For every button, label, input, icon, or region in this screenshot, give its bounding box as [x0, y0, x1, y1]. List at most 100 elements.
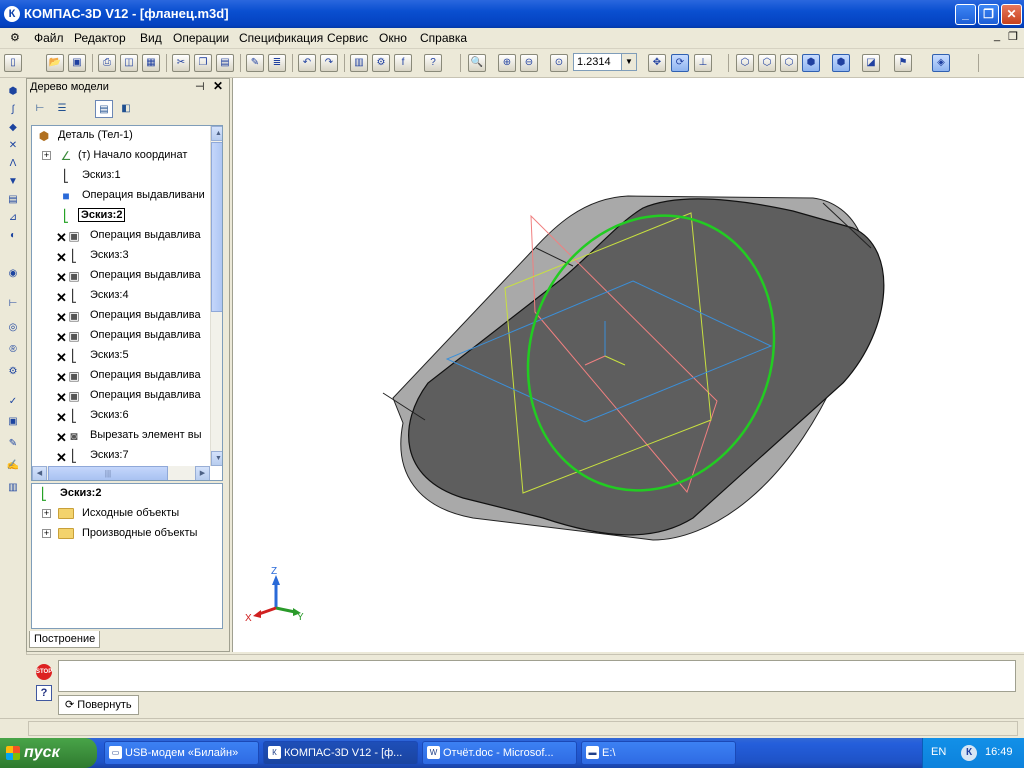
pin-icon[interactable]: ⊣	[195, 80, 205, 93]
tree-close-icon[interactable]: ✕	[213, 79, 223, 93]
zoom-out-icon[interactable]: ⊖	[520, 54, 538, 72]
doc-restore-button[interactable]: ❐	[1008, 30, 1018, 43]
menu-service[interactable]: Сервис	[327, 31, 368, 45]
assembly-icon[interactable]: ◉	[5, 266, 21, 282]
tree-scroll-thumb[interactable]	[211, 142, 222, 312]
arrays-icon[interactable]: ✕	[5, 138, 21, 154]
edit-icon[interactable]: ✎	[5, 436, 21, 452]
zoom-input[interactable]: 1.2314 ▼	[573, 53, 637, 71]
open-file-icon[interactable]: 📂	[46, 54, 64, 72]
save-icon[interactable]: ▣	[68, 54, 86, 72]
scroll-down-icon[interactable]: ▼	[211, 451, 222, 466]
tree-vertical-scrollbar[interactable]: ▲ ▼	[210, 126, 222, 466]
command-parameters-field[interactable]	[58, 660, 1016, 692]
specification-icon[interactable]: ▤	[5, 192, 21, 208]
thread-icon[interactable]: ®	[5, 342, 21, 358]
model-canvas[interactable]: Z X Y	[233, 78, 1024, 652]
libraries-icon[interactable]: ⚙	[372, 54, 390, 72]
spatial-curves-icon[interactable]: ∫	[5, 102, 21, 118]
task-usb-modem[interactable]: ▭ USB-модем «Билайн»	[104, 741, 259, 765]
expand-icon[interactable]: +	[42, 151, 51, 160]
help-icon[interactable]: ?	[36, 685, 52, 701]
tree-item[interactable]: ✕ ◙ Вырезать элемент вы	[32, 426, 210, 446]
stop-icon[interactable]: STOP	[36, 664, 52, 680]
tree-item[interactable]: ⬢ Деталь (Тел-1)	[32, 126, 210, 146]
print-icon[interactable]: ⎙	[98, 54, 116, 72]
minimize-button[interactable]: _	[955, 4, 976, 25]
start-button[interactable]: пуск	[0, 738, 97, 768]
copy-icon[interactable]: ❐	[194, 54, 212, 72]
tree-item[interactable]: ⎣ Эскиз:1	[32, 166, 210, 186]
pan-icon[interactable]: ✥	[648, 54, 666, 72]
language-indicator[interactable]: EN	[931, 746, 946, 758]
title-bar[interactable]: К КОМПАС-3D V12 - [фланец.m3d] _ ❐ ✕	[0, 0, 1024, 28]
hidden-lines-icon[interactable]: ⬡	[758, 54, 776, 72]
fastener-icon[interactable]: ⚙	[5, 364, 21, 380]
auxiliary-geometry-icon[interactable]: Λ	[5, 156, 21, 172]
tree-item[interactable]: ■ Операция выдавливани	[32, 186, 210, 206]
relations-item[interactable]: + Исходные объекты	[32, 504, 222, 524]
restore-button[interactable]: ❐	[978, 4, 999, 25]
close-button[interactable]: ✕	[1001, 4, 1022, 25]
tree-item[interactable]: ✕ ⎣ Эскиз:3	[32, 246, 210, 266]
tree-order-icon[interactable]: ⊢	[31, 100, 49, 118]
document-icon[interactable]: ⚙	[10, 31, 24, 45]
tray-app-icon[interactable]: К	[961, 745, 977, 761]
format-brush-icon[interactable]: ✎	[246, 54, 264, 72]
tab-construction[interactable]: Построение	[29, 631, 101, 648]
cut-icon[interactable]: ✂	[172, 54, 190, 72]
help-pointer-icon[interactable]: ?	[424, 54, 442, 72]
paste-icon[interactable]: ▤	[216, 54, 234, 72]
filters-icon[interactable]: ▼	[5, 174, 21, 190]
menu-specification[interactable]: Спецификация	[239, 31, 323, 45]
menu-file[interactable]: Файл	[34, 31, 64, 45]
tree-item[interactable]: ✕ ▣ Операция выдавлива	[32, 306, 210, 326]
layers-icon[interactable]: ▥	[5, 480, 21, 496]
scroll-up-icon[interactable]: ▲	[211, 126, 222, 141]
tree-item[interactable]: ✕ ⎣ Эскиз:7	[32, 446, 210, 466]
preview-icon[interactable]: ◫	[120, 54, 138, 72]
tree-structure-icon[interactable]: ☰	[53, 100, 71, 118]
tree-item[interactable]: ✕ ▣ Операция выдавлива	[32, 226, 210, 246]
edit-detail-icon[interactable]: ⬢	[5, 84, 21, 100]
new-document-icon[interactable]: ▯	[4, 54, 22, 72]
rotate-tab[interactable]: ⟳ Повернуть	[58, 695, 139, 715]
properties-icon[interactable]: ≣	[268, 54, 286, 72]
model-viewport[interactable]: Z X Y	[232, 78, 1024, 652]
surface-tools-icon[interactable]: ◎	[5, 320, 21, 336]
expand-icon[interactable]: +	[42, 529, 51, 538]
redo-icon[interactable]: ↷	[320, 54, 338, 72]
surfaces-icon[interactable]: ◆	[5, 120, 21, 136]
shaded-edges-icon[interactable]: ⬢	[832, 54, 850, 72]
tree-item[interactable]: ✕ ⎣ Эскиз:6	[32, 406, 210, 426]
rotate-icon[interactable]: ⟳	[671, 54, 689, 72]
doc-minimize-button[interactable]: _	[994, 30, 1000, 42]
menu-view[interactable]: Вид	[140, 31, 162, 45]
check-icon[interactable]: ✓	[5, 394, 21, 410]
zoom-window-icon[interactable]: 🔍	[468, 54, 486, 72]
tree-item[interactable]: ✕ ▣ Операция выдавлива	[32, 386, 210, 406]
relations-root[interactable]: ⎣ Эскиз:2	[32, 484, 222, 504]
wireframe-icon[interactable]: ⬡	[736, 54, 754, 72]
tree-item[interactable]: + ∠ (т) Начало координат	[32, 146, 210, 166]
tree-item[interactable]: ✕ ⎣ Эскиз:4	[32, 286, 210, 306]
variables-icon[interactable]: f	[394, 54, 412, 72]
orientation-icon[interactable]: ⊥	[694, 54, 712, 72]
sketch-tools-icon[interactable]: ✍	[5, 458, 21, 474]
tree-item[interactable]: ✕ ⎣ Эскиз:5	[32, 346, 210, 366]
tree-view-icon[interactable]: ▤	[95, 100, 113, 118]
perspective-icon[interactable]: ◪	[862, 54, 880, 72]
undo-icon[interactable]: ↶	[298, 54, 316, 72]
tree-horizontal-scrollbar[interactable]: ◀ ||| ▶	[32, 466, 210, 480]
menu-window[interactable]: Окно	[379, 31, 407, 45]
mass-properties-icon[interactable]: ▣	[5, 414, 21, 430]
measurements-icon[interactable]: ⊿	[5, 210, 21, 226]
tree-item-selected[interactable]: ⎣ Эскиз:2	[32, 206, 210, 226]
scroll-left-icon[interactable]: ◀	[32, 466, 47, 480]
tree-item[interactable]: ✕ ▣ Операция выдавлива	[32, 366, 210, 386]
sheet-body-icon[interactable]: ◐	[5, 228, 21, 244]
menu-help[interactable]: Справка	[420, 31, 467, 45]
zoom-dropdown-icon[interactable]: ▼	[621, 54, 636, 70]
tree-split-icon[interactable]: ◧	[117, 100, 135, 118]
tree-hscroll-thumb[interactable]: |||	[48, 466, 168, 480]
